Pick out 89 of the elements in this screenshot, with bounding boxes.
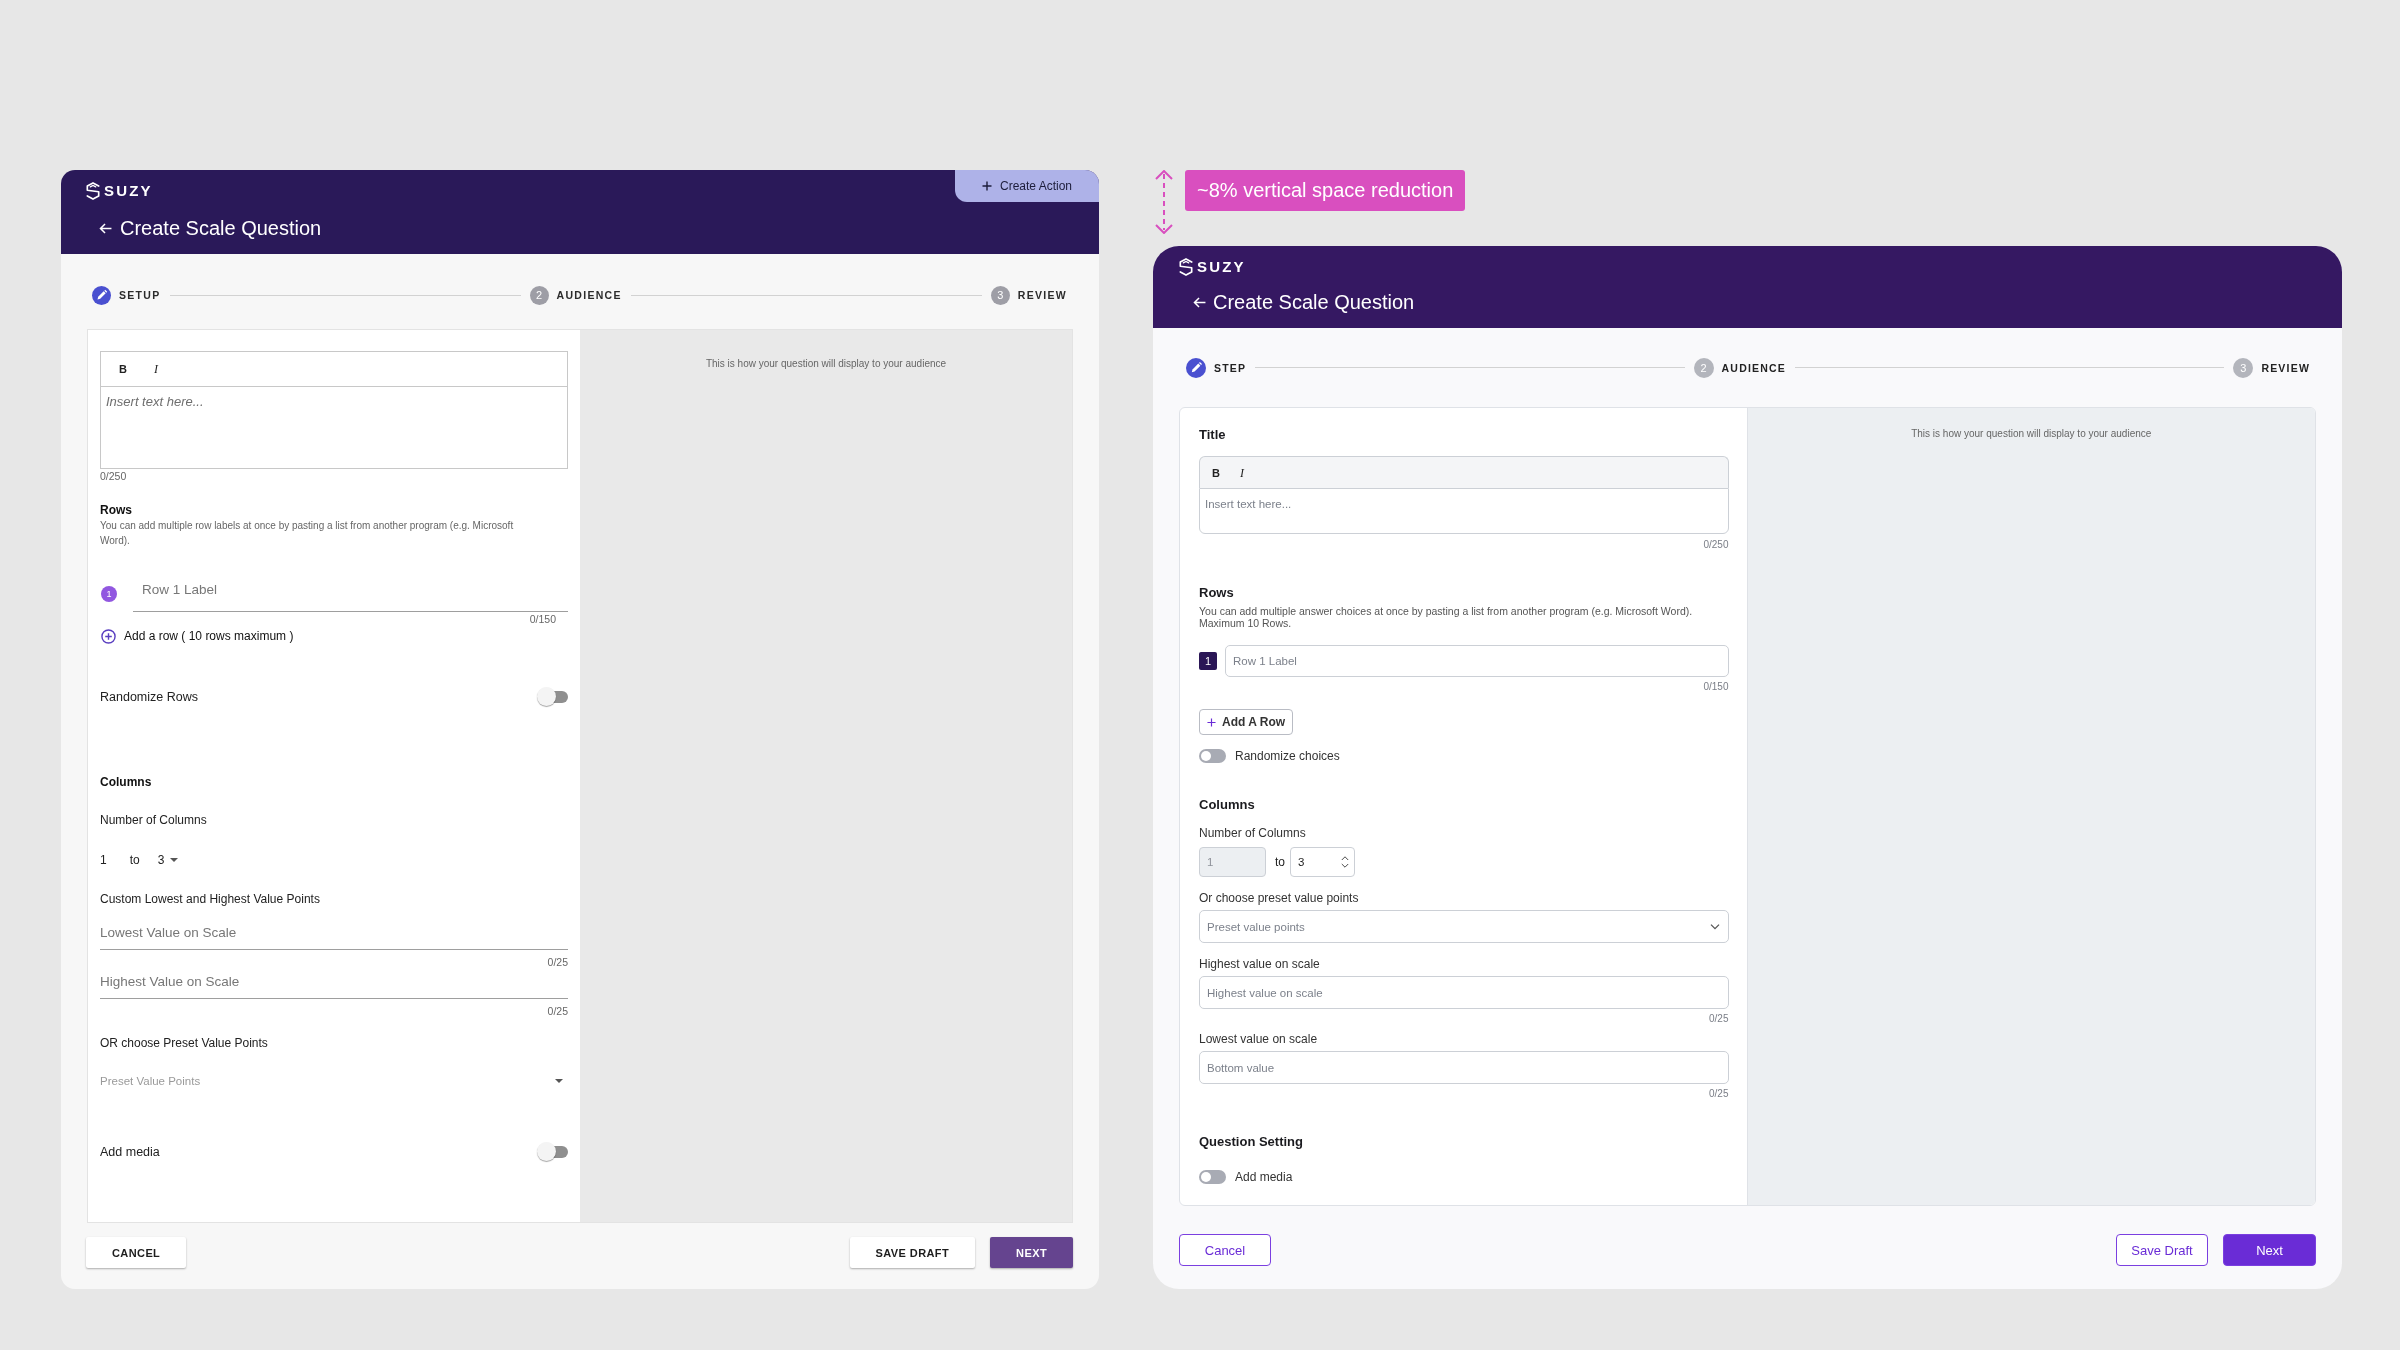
help-text: You can add multiple row labels at once by pasting a list from another program (e.g. Microsoft Word). <box>100 519 515 548</box>
character-counter: 0/25 <box>547 1004 568 1018</box>
italic-button[interactable]: I <box>149 362 162 376</box>
save-draft-button[interactable]: SAVE DRAFT <box>849 1237 976 1268</box>
text-editor-field[interactable]: Insert text here... <box>100 386 568 469</box>
character-counter: 0/25 <box>547 955 568 969</box>
chevron-down-icon <box>1709 923 1720 930</box>
character-counter: 0/25 <box>1709 1087 1729 1101</box>
section-heading: Rows <box>100 503 132 517</box>
field-label: Number of Columns <box>100 813 207 827</box>
preview-hint: This is how your question will display to your audience <box>1911 428 2152 440</box>
plus-icon <box>981 181 992 191</box>
step-label: SETUP <box>119 289 161 301</box>
number-stepper-field[interactable]: 3 <box>1290 847 1355 877</box>
cancel-button[interactable]: CANCEL <box>86 1237 187 1268</box>
caret-down-icon <box>555 1079 563 1083</box>
field-label: Highest value on scale <box>1199 957 1320 971</box>
toggle-label: Add media <box>100 1144 160 1160</box>
toggle-label: Add media <box>1235 1169 1293 1185</box>
stepper-arrows-icon[interactable] <box>1341 854 1349 870</box>
toggle-switch[interactable] <box>537 687 568 707</box>
italic-button[interactable]: I <box>1235 465 1248 480</box>
section-heading: Rows <box>1199 585 1234 601</box>
logo-text: SUZY <box>104 182 153 200</box>
toggle-label: Randomize choices <box>1235 748 1340 764</box>
row-number: 1 <box>1199 652 1217 670</box>
range-separator: to <box>129 853 140 867</box>
text-field[interactable]: Highest value on scale <box>1199 976 1729 1009</box>
section-heading: Columns <box>1199 797 1255 813</box>
back-arrow-icon[interactable] <box>99 222 112 234</box>
bold-button[interactable]: B <box>1208 465 1224 480</box>
field-label: Or choose preset value points <box>1199 891 1359 905</box>
character-counter: 0/150 <box>529 612 556 626</box>
step-label: AUDIENCE <box>556 289 622 301</box>
field-label: OR choose Preset Value Points <box>100 1036 268 1050</box>
section-heading: Title <box>1199 427 1226 443</box>
character-counter: 0/250 <box>1703 538 1729 552</box>
preset-dropdown[interactable]: Preset value points <box>1199 910 1729 943</box>
row-label-field[interactable]: Row 1 Label <box>1225 645 1729 677</box>
bold-button[interactable]: B <box>115 362 131 376</box>
page-title: Create Scale Question <box>120 216 322 240</box>
range-value: 1 <box>100 853 107 867</box>
save-draft-button[interactable]: Save Draft <box>2116 1234 2208 1266</box>
character-counter: 0/250 <box>100 469 127 483</box>
plus-circle-icon <box>101 628 116 644</box>
range-separator: to <box>1275 855 1285 869</box>
logo-icon <box>86 182 100 200</box>
help-text: You can add multiple answer choices at once by pasting a list from another program (e.g. Microsoft Word). Maximum 10 Rows. <box>1199 605 1694 629</box>
step-label: STEP <box>1214 361 1247 374</box>
annotation-label: ~8% vertical space reduction <box>1185 170 1466 211</box>
toggle-switch[interactable] <box>1199 1170 1226 1184</box>
cancel-button[interactable]: Cancel <box>1179 1234 1271 1266</box>
plus-icon <box>1207 717 1216 727</box>
field-label: Custom Lowest and Highest Value Points <box>100 892 320 906</box>
logo-text: SUZY <box>1197 258 1246 276</box>
step-number: 2 <box>1693 357 1714 378</box>
number-dropdown[interactable]: 3 <box>157 853 179 867</box>
next-button[interactable]: NEXT <box>990 1237 1073 1268</box>
back-arrow-icon[interactable] <box>1193 296 1206 308</box>
double-arrow-icon <box>1154 170 1174 234</box>
toggle-label: Randomize Rows <box>100 689 198 705</box>
add-row-button[interactable]: Add a row ( 10 rows maximum ) <box>100 626 294 646</box>
create-action-button[interactable]: Create Action <box>955 170 1099 202</box>
toggle-switch[interactable] <box>1199 749 1226 763</box>
row-label-field[interactable]: Row 1 Label <box>133 576 568 612</box>
step-number: 3 <box>2233 357 2254 378</box>
page-title: Create Scale Question <box>1213 290 1415 314</box>
field-label: Lowest value on scale <box>1199 1032 1318 1046</box>
preview-hint: This is how your question will display to your audience <box>705 358 947 370</box>
character-counter: 0/150 <box>1703 680 1729 694</box>
step-label: AUDIENCE <box>1721 361 1787 374</box>
toggle-switch[interactable] <box>537 1142 568 1162</box>
text-field[interactable]: Highest Value on Scale <box>100 969 568 999</box>
step-label: REVIEW <box>2261 361 2310 374</box>
add-row-button[interactable]: Add A Row <box>1199 709 1294 735</box>
next-button[interactable]: Next <box>2223 1234 2316 1266</box>
section-heading: Question Setting <box>1199 1134 1303 1150</box>
text-field[interactable]: Lowest Value on Scale <box>100 920 568 950</box>
step-label: REVIEW <box>1017 289 1067 301</box>
logo-icon <box>1179 258 1193 276</box>
section-heading: Columns <box>100 775 152 789</box>
field-label: Number of Columns <box>1199 826 1306 840</box>
row-number: 1 <box>101 586 117 602</box>
step-number: 3 <box>990 285 1010 305</box>
character-counter: 0/25 <box>1709 1012 1729 1026</box>
text-editor-field[interactable]: Insert text here... <box>1199 488 1729 534</box>
caret-down-icon <box>170 858 179 862</box>
step-number: 2 <box>529 285 549 305</box>
text-field[interactable]: Bottom value <box>1199 1051 1729 1084</box>
